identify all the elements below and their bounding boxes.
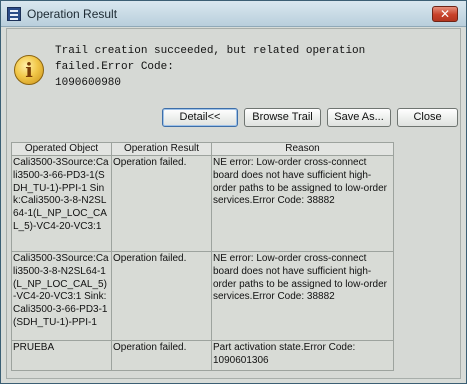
table-row[interactable]: PRUEBA Operation failed. Part activation…	[11, 340, 394, 371]
reason-cell: NE error: Low-order cross-connect board …	[211, 251, 394, 341]
detail-button[interactable]: Detail<<	[162, 108, 238, 127]
operation-results-table: Operated Object Operation Result Reason …	[11, 142, 394, 371]
table-row[interactable]: Cali3500-3Source:Cali3500-3-8-N2SL64-1(L…	[11, 251, 394, 341]
operation-result-cell: Operation failed.	[111, 340, 212, 371]
save-as-button[interactable]: Save As...	[327, 108, 391, 127]
reason-cell: NE error: Low-order cross-connect board …	[211, 155, 394, 252]
column-header-operation-result[interactable]: Operation Result	[111, 142, 212, 156]
operated-object-cell: PRUEBA	[11, 340, 112, 371]
column-header-reason[interactable]: Reason	[211, 142, 394, 156]
browse-trail-button[interactable]: Browse Trail	[244, 108, 321, 127]
app-icon	[7, 7, 21, 21]
result-message: Trail creation succeeded, but related op…	[55, 45, 366, 89]
reason-cell: Part activation state.Error Code: 109060…	[211, 340, 394, 371]
close-window-button[interactable]: ✕	[432, 6, 458, 22]
table-row[interactable]: Cali3500-3Source:Cali3500-3-66-PD3-1(SDH…	[11, 155, 394, 252]
info-icon: i	[14, 55, 44, 85]
operation-result-cell: Operation failed.	[111, 155, 212, 252]
operation-result-dialog: Operation Result ✕ i Trail creation succ…	[0, 0, 467, 384]
table-header-row: Operated Object Operation Result Reason	[11, 142, 394, 156]
operation-result-cell: Operation failed.	[111, 251, 212, 341]
operated-object-cell: Cali3500-3Source:Cali3500-3-8-N2SL64-1(L…	[11, 251, 112, 341]
dialog-content: i Trail creation succeeded, but related …	[6, 28, 461, 379]
title-bar[interactable]: Operation Result ✕	[1, 1, 466, 27]
window-title: Operation Result	[27, 7, 118, 21]
close-button[interactable]: Close	[397, 108, 458, 127]
operated-object-cell: Cali3500-3Source:Cali3500-3-66-PD3-1(SDH…	[11, 155, 112, 252]
column-header-operated-object[interactable]: Operated Object	[11, 142, 112, 156]
